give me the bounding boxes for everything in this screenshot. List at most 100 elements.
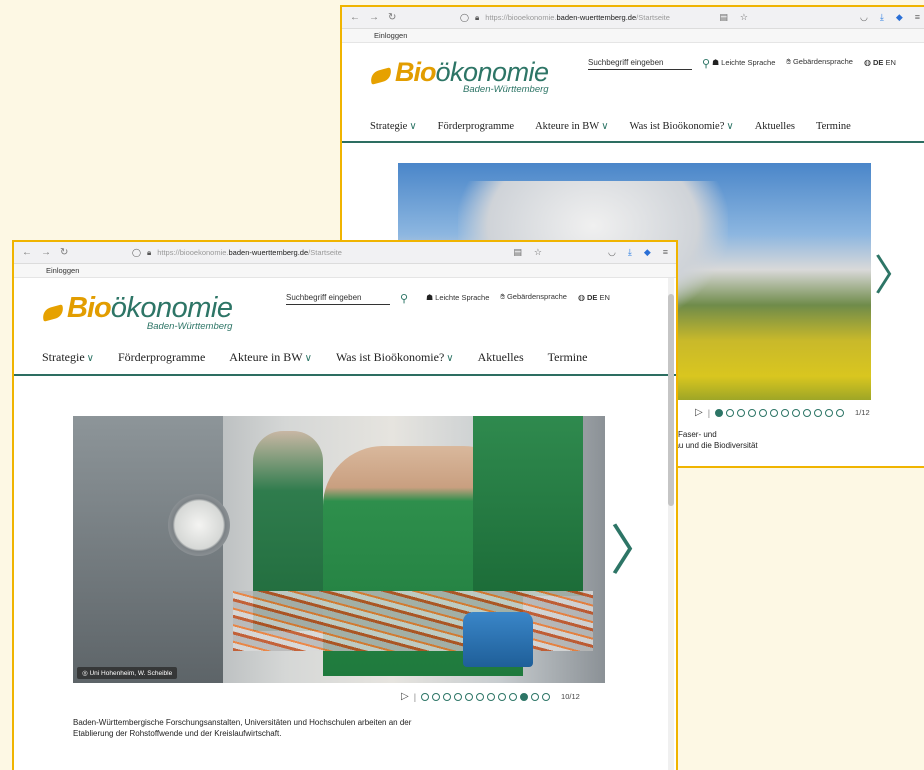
scrollbar-thumb[interactable] <box>668 294 674 506</box>
search-input[interactable]: Suchbegriff eingeben <box>286 293 390 305</box>
pager-dot[interactable] <box>421 692 430 701</box>
carousel-pager: ▷ | 1/12 <box>695 407 870 418</box>
play-icon[interactable]: ▷ <box>695 407 703 418</box>
reload-icon[interactable]: ↻ <box>60 247 68 258</box>
pager-dot[interactable] <box>825 408 834 417</box>
leaf-icon <box>40 304 66 322</box>
address-bar[interactable]: ◯ 🔒︎ https://biooekonomie.baden-wuerttem… <box>132 248 503 258</box>
slide-counter: 10/12 <box>561 692 580 701</box>
pager-dot[interactable] <box>520 692 529 701</box>
slide-description: Baden-Württembergische Forschungsanstalt… <box>73 718 412 738</box>
nav-akteure[interactable]: Akteure in BW ∨ <box>229 350 312 365</box>
url-text: https://biooekonomie.baden-wuerttemberg.… <box>485 13 670 22</box>
pager-dot[interactable] <box>531 692 540 701</box>
slide-counter: 1/12 <box>855 408 870 417</box>
nav-foerderprogramme[interactable]: Förderprogramme <box>438 121 514 132</box>
pager-dot[interactable] <box>498 692 507 701</box>
nav-aktuelles[interactable]: Aktuelles <box>478 350 524 365</box>
pager-dot[interactable] <box>443 692 452 701</box>
slide-image-laboratory: ◎ Uni Hohenheim, W. Scheible <box>73 416 605 683</box>
forward-arrow-icon[interactable]: → <box>369 12 379 23</box>
pager-dot[interactable] <box>803 408 812 417</box>
nav-aktuelles[interactable]: Aktuelles <box>755 121 795 132</box>
search-box[interactable]: Suchbegriff eingeben ⚲ <box>588 57 710 70</box>
forward-arrow-icon[interactable]: → <box>41 247 51 258</box>
browser-toolbar: ← → ↻ ◯ 🔒︎ https://biooekonomie.baden-wu… <box>14 242 676 264</box>
extension-icon[interactable]: ◆ <box>896 12 903 23</box>
logo[interactable]: Bio ökonomie Baden-Württemberg <box>368 57 549 95</box>
language-switch[interactable]: ◍ DE EN <box>578 293 610 302</box>
menu-icon[interactable]: ≡ <box>663 247 668 258</box>
reader-view-icon[interactable]: ▤ <box>719 12 728 23</box>
download-icon[interactable]: ⤓ <box>628 247 632 258</box>
pager-dot[interactable] <box>781 408 790 417</box>
site-header: Bio ökonomie Baden-Württemberg Suchbegrif… <box>14 278 676 340</box>
bookmark-star-icon[interactable]: ☆ <box>740 12 748 23</box>
nav-was-ist[interactable]: Was ist Bioökonomie? ∨ <box>630 121 734 132</box>
pocket-icon[interactable]: ◡ <box>608 247 616 258</box>
nav-akteure[interactable]: Akteure in BW ∨ <box>535 121 608 132</box>
pager-dot[interactable] <box>737 408 746 417</box>
sign-language-link[interactable]: ✋︎ Gebärdensprache <box>500 292 567 302</box>
search-box[interactable]: Suchbegriff eingeben ⚲ <box>286 292 408 305</box>
login-link[interactable]: Einloggen <box>46 266 79 275</box>
camera-icon: ◎ <box>82 670 88 677</box>
login-link[interactable]: Einloggen <box>374 31 407 40</box>
search-icon[interactable]: ⚲ <box>400 292 408 305</box>
search-icon[interactable]: ⚲ <box>702 57 710 70</box>
nav-termine[interactable]: Termine <box>816 121 851 132</box>
logo[interactable]: Bio ökonomie Baden-Württemberg <box>40 292 233 332</box>
sign-language-link[interactable]: ✋︎ Gebärdensprache <box>786 57 853 67</box>
language-switch[interactable]: ◍ DE EN <box>864 58 896 67</box>
pager-dot[interactable] <box>542 692 551 701</box>
main-nav: Strategie ∨ Förderprogramme Akteure in BW… <box>342 111 924 143</box>
nav-strategie[interactable]: Strategie ∨ <box>42 350 94 365</box>
pager-dot[interactable] <box>770 408 779 417</box>
reader-view-icon[interactable]: ▤ <box>513 247 522 258</box>
pager-dot[interactable] <box>726 408 735 417</box>
easy-language-link[interactable]: ☗ Leichte Sprache <box>712 58 775 67</box>
pager-dot[interactable] <box>487 692 496 701</box>
menu-icon[interactable]: ≡ <box>915 12 920 23</box>
bookmarks-bar: Einloggen <box>14 264 676 278</box>
pager-dot[interactable] <box>715 408 724 417</box>
easy-language-link[interactable]: ☗ Leichte Sprache <box>426 293 489 302</box>
carousel-pager: ▷ | 10/12 <box>401 691 580 702</box>
nav-foerderprogramme[interactable]: Förderprogramme <box>118 350 205 365</box>
nav-termine[interactable]: Termine <box>548 350 588 365</box>
url-text: https://biooekonomie.baden-wuerttemberg.… <box>157 248 342 257</box>
lock-icon: 🔒︎ <box>474 12 480 22</box>
address-bar[interactable]: ◯ 🔒︎ https://biooekonomie.baden-wuerttem… <box>460 13 709 23</box>
pager-dot[interactable] <box>465 692 474 701</box>
back-arrow-icon[interactable]: ← <box>22 247 32 258</box>
reload-icon[interactable]: ↻ <box>388 12 396 23</box>
pager-dot[interactable] <box>792 408 801 417</box>
lock-icon: 🔒︎ <box>146 247 152 257</box>
blue-sensor <box>463 612 533 667</box>
download-icon[interactable]: ⤓ <box>880 12 884 23</box>
pager-dot[interactable] <box>509 692 518 701</box>
pager-dot[interactable] <box>814 408 823 417</box>
extension-icon[interactable]: ◆ <box>644 247 651 258</box>
pager-dot[interactable] <box>759 408 768 417</box>
nav-was-ist[interactable]: Was ist Bioökonomie? ∨ <box>336 350 454 365</box>
pager-dot[interactable] <box>836 408 845 417</box>
bookmark-star-icon[interactable]: ☆ <box>534 247 542 258</box>
pocket-icon[interactable]: ◡ <box>860 12 868 23</box>
next-slide-arrow[interactable]: 〉 <box>610 524 664 578</box>
slide-description: ls Faser- und bau und die Biodiversität <box>670 430 758 450</box>
cables <box>233 591 593 651</box>
browser-toolbar: ← → ↻ ◯ 🔒︎ https://biooekonomie.baden-wu… <box>342 7 924 29</box>
play-icon[interactable]: ▷ <box>401 691 409 702</box>
next-slide-arrow[interactable]: 〉 <box>874 255 916 297</box>
back-arrow-icon[interactable]: ← <box>350 12 360 23</box>
leaf-icon <box>368 67 394 85</box>
pager-dot[interactable] <box>748 408 757 417</box>
pager-dot[interactable] <box>432 692 441 701</box>
nav-strategie[interactable]: Strategie ∨ <box>370 121 417 132</box>
search-input[interactable]: Suchbegriff eingeben <box>588 58 692 70</box>
pressure-gauge <box>168 494 230 556</box>
scrollbar[interactable] <box>668 278 674 770</box>
pager-dot[interactable] <box>454 692 463 701</box>
pager-dot[interactable] <box>476 692 485 701</box>
